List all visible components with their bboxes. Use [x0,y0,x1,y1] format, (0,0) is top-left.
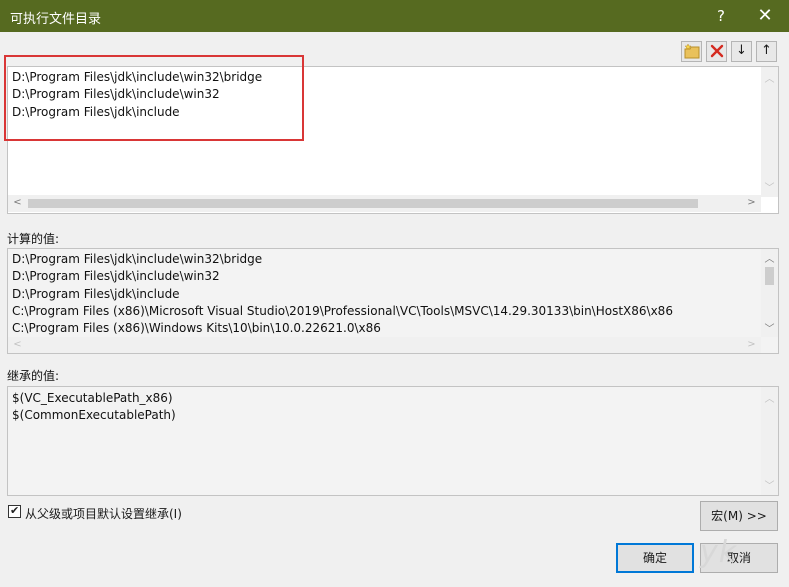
scroll-down-arrow-icon[interactable]: ﹀ [761,477,778,492]
scroll-up-arrow-icon[interactable]: ︿ [761,250,778,265]
new-folder-icon [683,44,699,59]
directory-hscrollbar[interactable]: < > [8,195,761,212]
new-line-button[interactable] [681,41,702,62]
scroll-left-arrow-icon[interactable]: < [9,197,26,208]
evaluated-list: D:\Program Files\jdk\include\win32\bridg… [7,248,779,354]
scroll-up-arrow-icon[interactable]: ︿ [761,70,778,85]
evaluated-vscrollbar[interactable]: ︿ ﹀ [761,249,778,337]
delete-button[interactable] [706,41,727,62]
scroll-left-arrow-icon[interactable]: < [9,339,26,350]
checkmark-icon: ✔ [10,504,20,517]
highlight-annotation [4,55,304,141]
scroll-up-arrow-icon[interactable]: ︿ [761,390,778,405]
scroll-down-arrow-icon[interactable]: ﹀ [761,320,778,335]
inherited-item: $(VC_ExecutablePath_x86) [12,391,173,405]
close-button[interactable]: ✕ [748,4,782,28]
help-button[interactable]: ? [704,4,738,28]
inherited-vscrollbar[interactable]: ︿ ﹀ [761,387,778,495]
move-down-button[interactable]: ↓ [731,41,752,62]
scroll-right-arrow-icon[interactable]: > [743,197,760,208]
inherit-checkbox[interactable]: ✔ [8,504,21,518]
dialog: 可执行文件目录 ? ✕ ↓ ↑ D:\Program Files\jdk\inc… [0,0,789,587]
directory-vscrollbar[interactable]: ︿ ﹀ [761,67,778,197]
inherit-checkbox-label[interactable]: 从父级或项目默认设置继承(I) [25,505,182,522]
scroll-down-arrow-icon[interactable]: ﹀ [761,179,778,194]
evaluated-item: C:\Program Files (x86)\Windows Kits\10\b… [12,321,381,335]
arrow-down-icon: ↓ [736,43,747,58]
move-up-button[interactable]: ↑ [756,41,777,62]
evaluated-label: 计算的值: [7,232,60,246]
evaluated-item: D:\Program Files\jdk\include\win32\bridg… [12,252,263,266]
arrow-up-icon: ↑ [761,43,772,58]
evaluated-item: D:\Program Files\jdk\include\win32 [12,269,220,283]
window-title: 可执行文件目录 [10,12,102,27]
scroll-thumb[interactable] [765,267,774,285]
watermark: yk [700,535,738,570]
evaluated-item: C:\Program Files (x86)\Microsoft Visual … [12,304,673,318]
evaluated-item: D:\Program Files\jdk\include [12,287,180,301]
ok-button[interactable]: 确定 [616,543,694,573]
inherited-list: $(VC_ExecutablePath_x86) $(CommonExecuta… [7,386,779,496]
macros-button[interactable]: 宏(M) >> [700,501,778,531]
inherited-label: 继承的值: [7,369,60,383]
delete-icon [710,44,723,58]
scroll-thumb[interactable] [28,199,698,208]
evaluated-hscrollbar[interactable]: < > [8,337,761,353]
inherited-item: $(CommonExecutablePath) [12,408,176,422]
title-bar: 可执行文件目录 ? ✕ [0,0,789,32]
scroll-right-arrow-icon[interactable]: > [743,339,760,350]
